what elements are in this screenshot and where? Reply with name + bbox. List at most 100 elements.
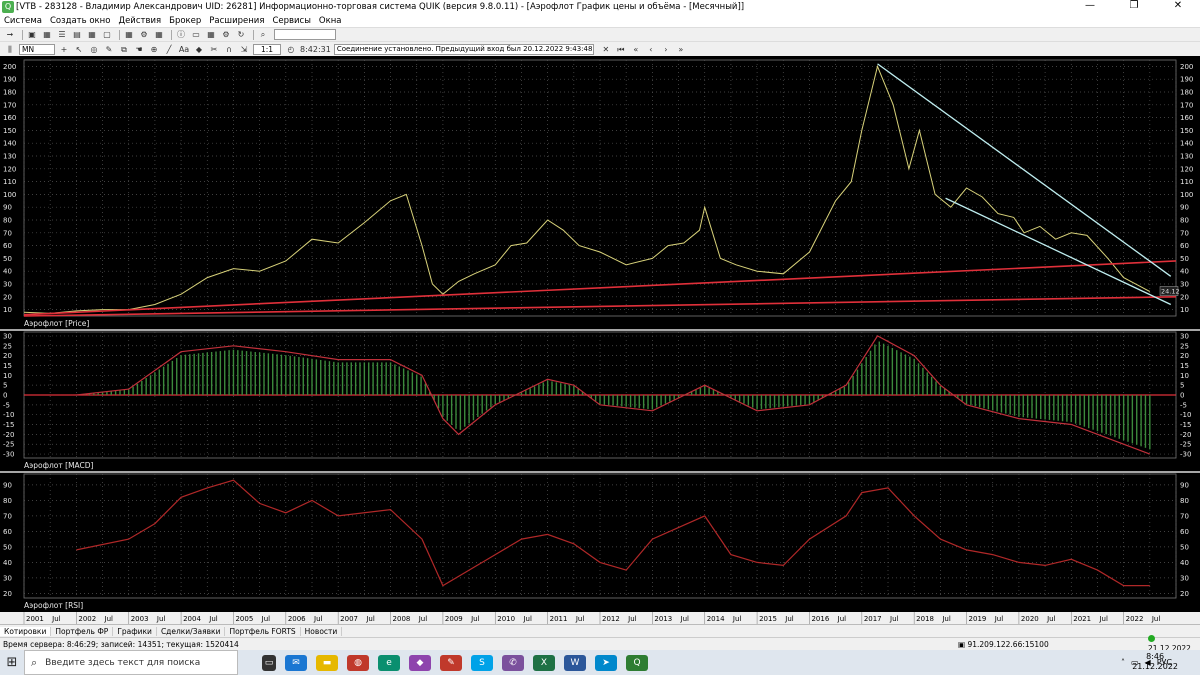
next-step-icon[interactable]: › (660, 44, 672, 55)
tab-news[interactable]: Новости (301, 626, 343, 636)
next-icon[interactable]: » (675, 44, 687, 55)
tab-deals[interactable]: Сделки/Заявки (157, 626, 226, 636)
x-tick-label-month: Jul (51, 615, 61, 623)
tab-portfolio[interactable]: Портфель ФР (51, 626, 114, 636)
table-icon[interactable]: ▦ (123, 29, 135, 40)
main-toolbar: ➞ ▣ ▦ ☰ ▤ ▦ ▢ ▦ ⚙ ▦ ⓘ ▭ ▦ ⚙ ↻ ⌕ (0, 27, 1200, 41)
first-icon[interactable]: ⏮ (615, 44, 627, 55)
y-tick-label-right: 30 (1180, 281, 1189, 289)
window-icon[interactable]: ▢ (101, 29, 113, 40)
app-icon[interactable]: ✎ (440, 654, 462, 671)
rsi-line (76, 479, 1150, 587)
menu-services[interactable]: Сервисы (272, 16, 310, 26)
y-tick-label-left: 70 (3, 512, 12, 520)
refresh-icon[interactable]: ↻ (235, 29, 247, 40)
grid-icon[interactable]: ▦ (86, 29, 98, 40)
viber-icon[interactable]: ✆ (502, 654, 524, 671)
x-tick-label-month: Jul (522, 615, 532, 623)
excel-icon[interactable]: X (533, 654, 555, 671)
cursor-icon[interactable]: ↖ (73, 44, 85, 55)
settings-icon[interactable]: ⚙ (138, 29, 150, 40)
folder-icon[interactable]: ▬ (316, 654, 338, 671)
skype-icon[interactable]: S (471, 654, 493, 671)
magnet-icon[interactable]: ∩ (223, 44, 235, 55)
info-icon[interactable]: ⓘ (175, 29, 187, 40)
y-tick-label-right: 10 (1180, 306, 1189, 314)
minimize-button[interactable]: — (1068, 0, 1112, 14)
candles-icon[interactable]: ⫼ (4, 44, 16, 55)
settings-icon[interactable]: ⚙ (220, 29, 232, 40)
app-icon[interactable]: ◆ (409, 654, 431, 671)
calendar-icon[interactable]: ▦ (205, 29, 217, 40)
x-tick-label-month: Jul (470, 615, 480, 623)
text-tool-icon[interactable]: Aa (178, 44, 190, 55)
zoom-icon[interactable]: ⊕ (148, 44, 160, 55)
close-button[interactable]: ✕ (1156, 0, 1200, 14)
menu-extensions[interactable]: Расширения (209, 16, 264, 26)
y-tick-label-left: 0 (3, 392, 7, 400)
search-icon[interactable]: ⌕ (257, 29, 269, 40)
x-tick-label-month: Jul (365, 615, 375, 623)
menu-create-window[interactable]: Создать окно (50, 16, 111, 26)
x-tick-label-year: 2018 (916, 615, 934, 623)
menu-windows[interactable]: Окна (319, 16, 342, 26)
menu-actions[interactable]: Действия (118, 16, 161, 26)
search-input[interactable] (274, 29, 336, 40)
restore-button[interactable]: ❐ (1112, 0, 1156, 14)
edge-icon[interactable]: e (378, 654, 400, 671)
y-tick-label-left: 20 (3, 293, 12, 301)
taskbar-clock[interactable]: 8:46 21.12.2022 (1132, 652, 1178, 672)
windows-start-icon[interactable]: ⊞ (0, 650, 24, 675)
table-icon[interactable]: ▦ (41, 29, 53, 40)
menu-system[interactable]: Система (4, 16, 42, 26)
taskbar-search[interactable]: ⌕ Введите здесь текст для поиска (24, 650, 238, 675)
y-tick-label-left: -25 (3, 441, 14, 449)
zoom-level[interactable]: 1:1 (253, 43, 281, 55)
y-tick-label-right: 200 (1180, 63, 1193, 71)
table-icon[interactable]: ▦ (153, 29, 165, 40)
y-tick-label-left: 40 (3, 268, 12, 276)
interval-select[interactable]: MN (19, 43, 55, 55)
target-icon[interactable]: ◎ (88, 44, 100, 55)
task-view-icon[interactable]: ▭ (262, 654, 276, 671)
crosshair-icon[interactable]: + (58, 44, 70, 55)
close-icon[interactable]: ✕ (600, 44, 612, 55)
mail-icon[interactable]: ✉ (285, 654, 307, 671)
expand-icon[interactable]: ⇲ (238, 44, 250, 55)
tab-forts[interactable]: Портфель FORTS (225, 626, 301, 636)
x-tick-label-month: Jul (680, 615, 690, 623)
chevron-up-icon[interactable]: ˄ (1121, 658, 1125, 667)
tab-charts[interactable]: Графики (113, 626, 157, 636)
x-tick-label-year: 2012 (602, 615, 620, 623)
menu-broker[interactable]: Брокер (169, 16, 201, 26)
y-tick-label-left: 5 (3, 382, 7, 390)
prev-icon[interactable]: « (630, 44, 642, 55)
chart-icon[interactable]: ▤ (71, 29, 83, 40)
document-icon[interactable]: ▭ (190, 29, 202, 40)
x-tick-label-month: Jul (837, 615, 847, 623)
tab-quotes[interactable]: Котировки (0, 626, 52, 636)
copy-icon[interactable]: ⧉ (118, 44, 130, 55)
quik-icon[interactable]: Q (626, 654, 648, 671)
telegram-icon[interactable]: ➤ (595, 654, 617, 671)
list-icon[interactable]: ☰ (56, 29, 68, 40)
arrow-right-icon[interactable]: ➞ (4, 29, 16, 40)
y-tick-label-right: 30 (1180, 574, 1189, 582)
x-tick-label-month: Jul (994, 615, 1004, 623)
y-tick-label-left: 30 (3, 281, 12, 289)
y-tick-label-right: 110 (1180, 178, 1193, 186)
prev-step-icon[interactable]: ‹ (645, 44, 657, 55)
chart-svg[interactable]: 10 1020 2030 3040 4050 5060 6070 7080 8090 90100 1… (0, 56, 1200, 624)
app-icon[interactable]: ◍ (347, 654, 369, 671)
scissors-icon[interactable]: ✂ (208, 44, 220, 55)
chart-area[interactable]: 10 10 20 20 30 30 40 40 50 50 60 60 70 70 80 80 90 90 100 1… (0, 56, 1200, 624)
y-tick-label-left: 15 (3, 362, 12, 370)
y-tick-label-left: -10 (3, 411, 14, 419)
hand-icon[interactable]: ☚ (133, 44, 145, 55)
pencil-icon[interactable]: ✎ (103, 44, 115, 55)
shapes-icon[interactable]: ◆ (193, 44, 205, 55)
new-window-icon[interactable]: ▣ (26, 29, 38, 40)
toolbar-separator (171, 29, 172, 40)
line-tool-icon[interactable]: ╱ (163, 44, 175, 55)
word-icon[interactable]: W (564, 654, 586, 671)
